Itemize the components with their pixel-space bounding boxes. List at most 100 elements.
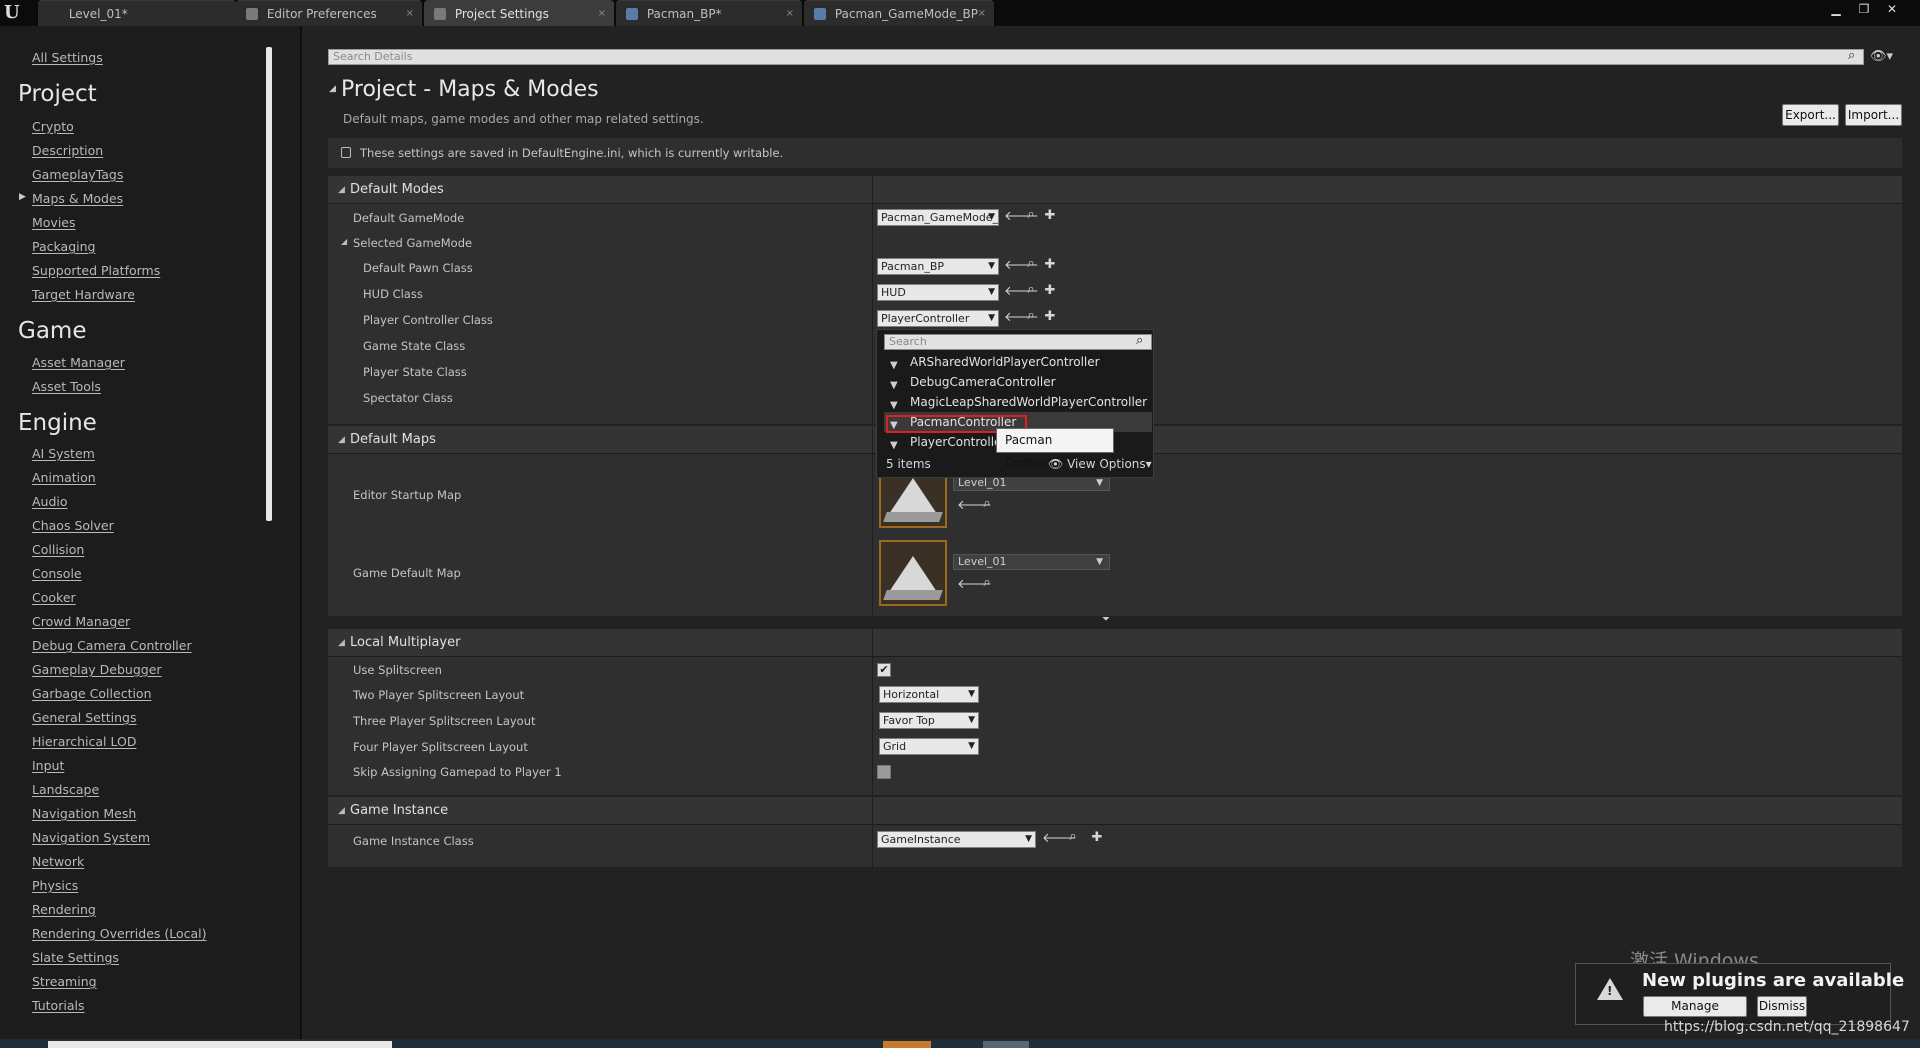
sidebar-item[interactable]: Movies [32, 215, 76, 230]
use-selected-icon[interactable]: 🡐 [1042, 830, 1077, 846]
sidebar-item[interactable]: Navigation System [32, 830, 150, 845]
use-selected-icon[interactable]: 🡐 [1004, 257, 1039, 273]
sidebar-item[interactable]: Rendering [32, 902, 96, 917]
sidebar-item[interactable]: General Settings [32, 710, 137, 725]
sidebar-item[interactable]: Landscape [32, 782, 99, 797]
search-details-input[interactable]: Search Details [328, 49, 1864, 65]
sidebar-item[interactable]: Gameplay Debugger [32, 662, 162, 677]
tab-pacman-bp[interactable]: Pacman_BP* × [616, 0, 802, 26]
sidebar-item[interactable]: GameplayTags [32, 167, 123, 182]
view-options-button[interactable]: 👁 View Options▾ [1048, 457, 1152, 471]
close-icon[interactable]: × [978, 1, 986, 27]
sidebar-item[interactable]: Physics [32, 878, 78, 893]
default-pawn-class-combo[interactable]: Pacman_BP ▼ [877, 258, 999, 275]
use-splitscreen-checkbox[interactable]: ✔ [877, 663, 891, 677]
use-selected-icon[interactable]: 🡐 [957, 576, 992, 592]
map-thumbnail[interactable] [879, 540, 947, 606]
sidebar-item[interactable]: Hierarchical LOD [32, 734, 136, 749]
default-gamemode-combo[interactable]: Pacman_GameMode_ ▼ [877, 209, 999, 226]
sidebar-item[interactable]: Garbage Collection [32, 686, 152, 701]
sidebar-item[interactable]: Packaging [32, 239, 95, 254]
sidebar-item[interactable]: Debug Camera Controller [32, 638, 192, 653]
import-button[interactable]: Import... [1845, 104, 1902, 126]
add-icon[interactable]: ✚ [1043, 309, 1057, 324]
collapse-arrow-icon[interactable]: ◢ [341, 237, 347, 246]
four-player-layout-combo[interactable]: Grid ▼ [879, 738, 979, 755]
use-selected-icon[interactable]: 🡐 [1004, 309, 1039, 325]
close-icon[interactable]: × [598, 1, 606, 27]
use-selected-icon[interactable]: 🡐 [957, 497, 992, 513]
sidebar-scrollbar[interactable] [266, 47, 272, 521]
sidebar-item[interactable]: Console [32, 566, 82, 581]
sidebar-item[interactable]: Description [32, 143, 103, 158]
sidebar-item[interactable]: Tutorials [32, 998, 84, 1013]
window-close-icon[interactable]: ✕ [1884, 2, 1900, 16]
three-player-layout-combo[interactable]: Favor Top ▼ [879, 712, 979, 729]
sidebar-item[interactable]: Asset Tools [32, 379, 101, 394]
sidebar-item[interactable]: Animation [32, 470, 96, 485]
tab-level-01[interactable]: Level_01* [38, 0, 236, 26]
add-icon[interactable]: ✚ [1043, 257, 1057, 272]
sidebar-item[interactable]: Navigation Mesh [32, 806, 136, 821]
add-icon[interactable]: ✚ [1043, 283, 1057, 298]
sidebar-item[interactable]: Network [32, 854, 84, 869]
add-icon[interactable]: ✚ [1090, 830, 1104, 845]
export-button[interactable]: Export... [1782, 104, 1839, 126]
browse-icon[interactable]: ⌕ [1024, 282, 1038, 297]
class-option[interactable]: ▼ MagicLeapSharedWorldPlayerController [884, 392, 1152, 412]
player-controller-class-combo[interactable]: PlayerController ▼ [877, 310, 999, 327]
two-player-layout-combo[interactable]: Horizontal ▼ [879, 686, 979, 703]
sidebar-item[interactable]: Slate Settings [32, 950, 119, 965]
browse-icon[interactable]: ⌕ [1024, 256, 1038, 271]
sidebar-item[interactable]: Maps & Modes [32, 191, 123, 206]
sidebar-item-all-settings[interactable]: All Settings [32, 50, 103, 65]
sidebar-item[interactable]: Supported Platforms [32, 263, 160, 278]
close-icon[interactable]: × [786, 1, 794, 27]
browse-icon[interactable]: ⌕ [1024, 207, 1038, 222]
taskbar-search-box[interactable] [48, 1041, 392, 1048]
dismiss-button[interactable]: Dismiss [1757, 996, 1807, 1017]
browse-icon[interactable]: ⌕ [980, 575, 994, 590]
view-options-eye-icon[interactable]: 👁▾ [1870, 49, 1893, 64]
close-icon[interactable]: × [406, 1, 414, 27]
sidebar-item[interactable]: Target Hardware [32, 287, 135, 302]
taskbar-app[interactable] [883, 1041, 931, 1048]
section-local-multiplayer[interactable]: ◢ Local Multiplayer [328, 629, 1902, 657]
class-option[interactable]: ▼ ARSharedWorldPlayerController [884, 352, 1152, 372]
sidebar-item[interactable]: Audio [32, 494, 68, 509]
sidebar-item[interactable]: Input [32, 758, 64, 773]
section-game-instance[interactable]: ◢ Game Instance [328, 797, 1902, 825]
collapse-arrow-icon[interactable]: ◢ [329, 84, 336, 94]
sidebar-item[interactable]: Crypto [32, 119, 74, 134]
browse-icon[interactable]: ⌕ [980, 496, 994, 511]
use-selected-icon[interactable]: 🡐 [1004, 208, 1039, 224]
sidebar-item[interactable]: Streaming [32, 974, 97, 989]
sidebar-item[interactable]: Collision [32, 542, 84, 557]
sidebar-item[interactable]: Asset Manager [32, 355, 125, 370]
browse-icon[interactable]: ⌕ [1024, 308, 1038, 323]
taskbar-app[interactable] [983, 1041, 1029, 1048]
hud-class-combo[interactable]: HUD ▼ [877, 284, 999, 301]
expand-advanced-icon[interactable]: ⏷ [1102, 614, 1110, 625]
tab-project-settings[interactable]: Project Settings × [424, 0, 614, 26]
class-option[interactable]: ▼ DebugCameraController [884, 372, 1152, 392]
add-icon[interactable]: ✚ [1043, 208, 1057, 223]
sidebar-item[interactable]: AI System [32, 446, 95, 461]
section-default-modes[interactable]: ◢ Default Modes [328, 176, 1902, 204]
tab-pacman-gamemode-bp[interactable]: Pacman_GameMode_BP × [804, 0, 994, 26]
browse-icon[interactable]: ⌕ [1066, 829, 1080, 844]
use-selected-icon[interactable]: 🡐 [1004, 283, 1039, 299]
minimize-icon[interactable]: ▁ [1828, 2, 1844, 16]
game-default-map-combo[interactable]: Level_01 ▼ [953, 554, 1110, 570]
maximize-icon[interactable]: ❐ [1856, 2, 1872, 16]
class-picker-search-input[interactable]: Search [884, 334, 1152, 350]
skip-gamepad-checkbox[interactable] [877, 765, 891, 779]
sidebar-item[interactable]: Chaos Solver [32, 518, 114, 533]
game-instance-class-combo[interactable]: GameInstance ▼ [877, 831, 1036, 848]
unreal-logo-icon[interactable]: U [4, 2, 26, 24]
manage-plugins-button[interactable]: Manage Plugins... [1643, 996, 1747, 1032]
tab-editor-preferences[interactable]: Editor Preferences × [236, 0, 422, 26]
sidebar-item[interactable]: Rendering Overrides (Local) [32, 926, 207, 941]
sidebar-item[interactable]: Crowd Manager [32, 614, 130, 629]
sidebar-item[interactable]: Cooker [32, 590, 76, 605]
